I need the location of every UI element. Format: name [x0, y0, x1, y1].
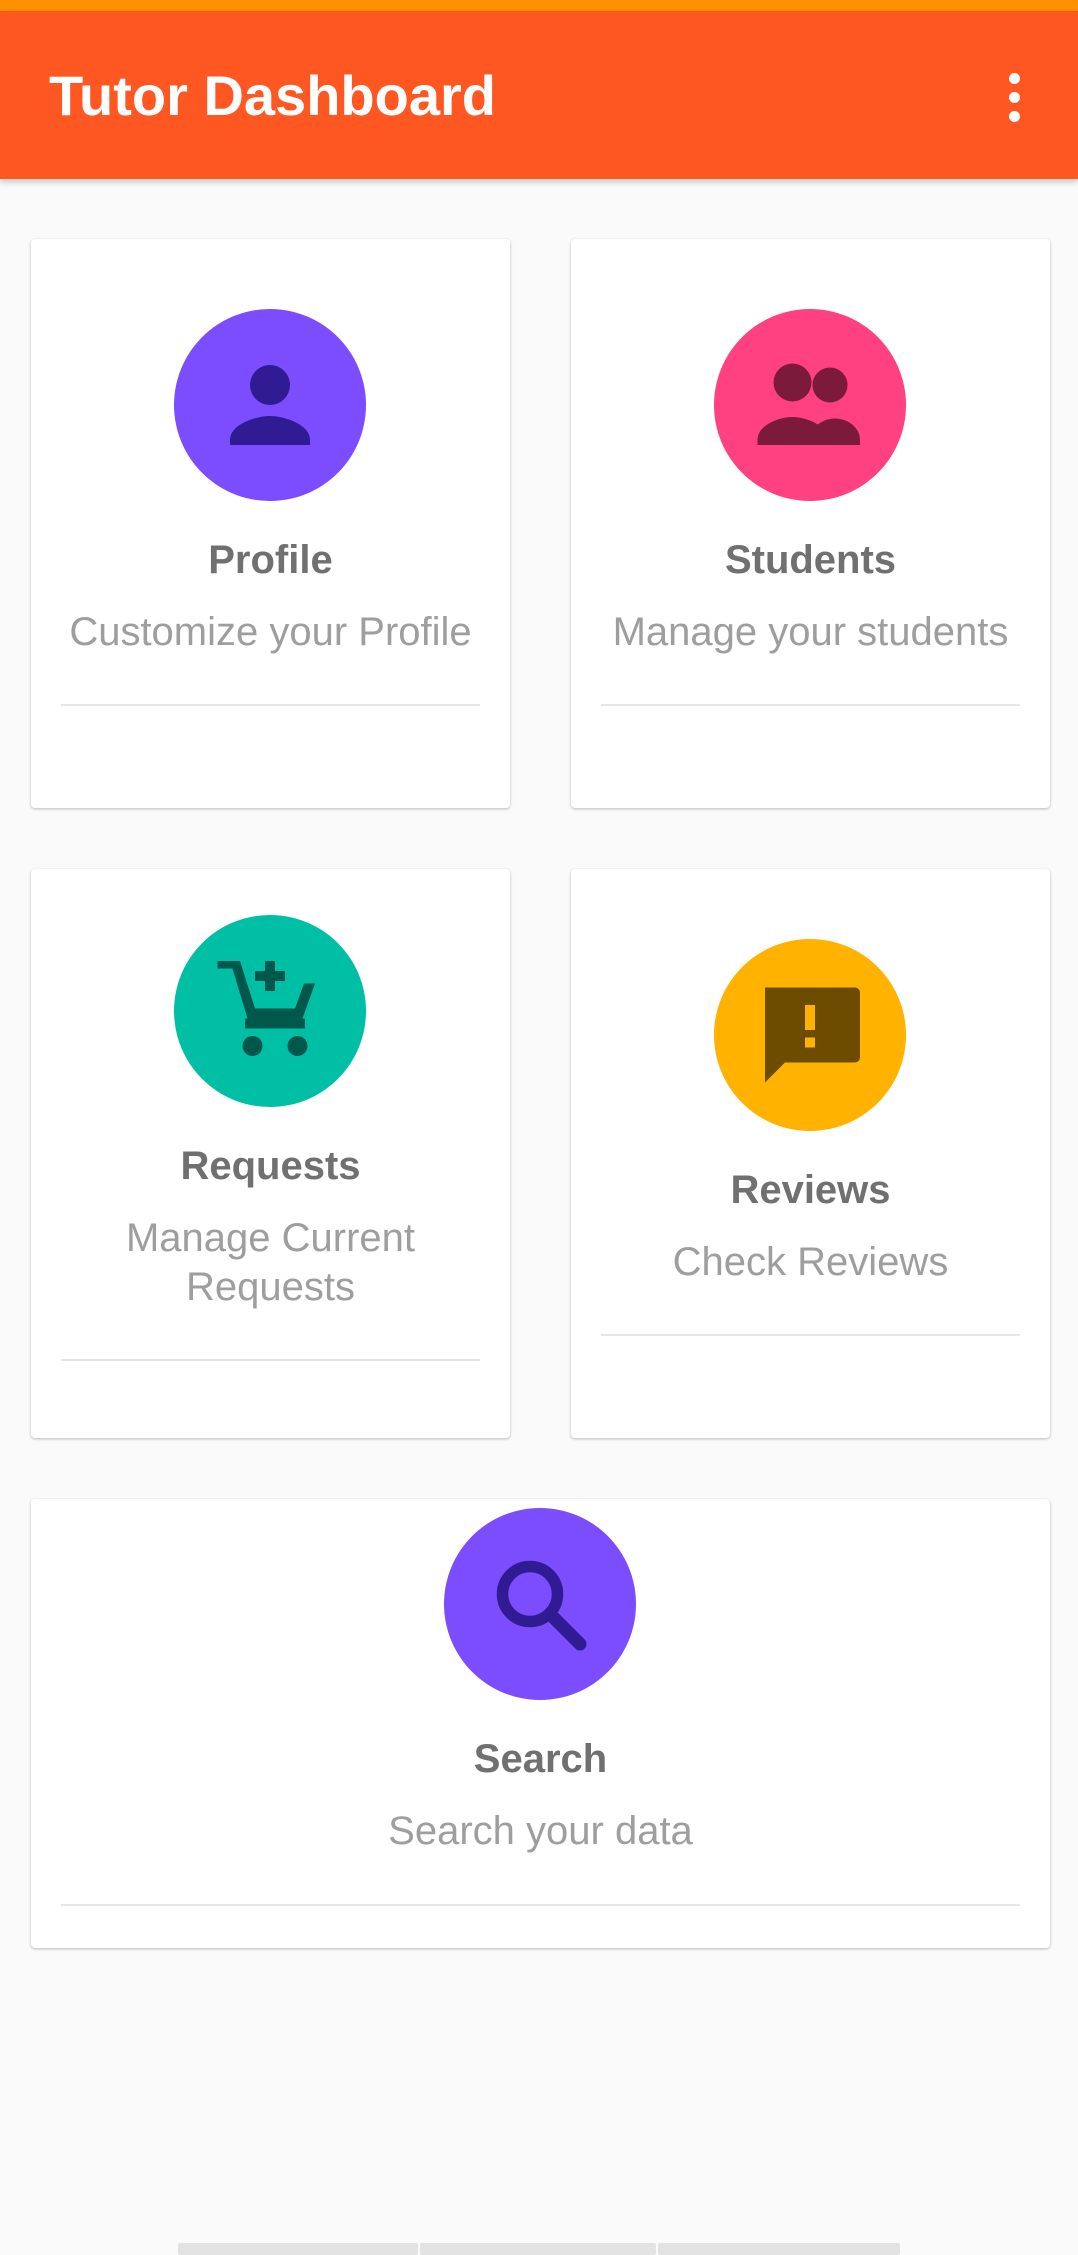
requests-subtitle-line2: Requests [186, 1265, 355, 1309]
status-bar-strip [0, 0, 1078, 11]
people-icon [757, 363, 860, 445]
students-subtitle: Manage your students [612, 610, 1009, 654]
reviews-title: Reviews [730, 1168, 891, 1212]
app-title: Tutor Dashboard [49, 64, 496, 127]
feedback-icon [765, 987, 860, 1083]
requests-divider [61, 1359, 480, 1361]
reviews-subtitle: Check Reviews [672, 1240, 949, 1284]
students-title: Students [724, 538, 897, 582]
search-divider [61, 1904, 1020, 1906]
search-title: Search [473, 1737, 608, 1781]
students-card[interactable]: Students Manage your students [571, 239, 1050, 808]
profile-card[interactable]: Profile Customize your Profile [31, 239, 510, 808]
profile-divider [61, 704, 480, 706]
requests-title: Requests [180, 1144, 361, 1188]
search-icon-circle [444, 1508, 636, 1700]
requests-subtitle-line1: Manage Current [125, 1216, 416, 1260]
person-icon [230, 365, 310, 445]
students-divider [601, 704, 1020, 706]
students-icon-circle [714, 309, 906, 501]
profile-subtitle: Customize your Profile [69, 610, 472, 654]
nav-handle-right [658, 2243, 900, 2255]
add-shopping-cart-icon [217, 961, 315, 1056]
requests-icon-circle [174, 915, 366, 1107]
reviews-icon-circle [714, 939, 906, 1131]
search-subtitle: Search your data [388, 1809, 693, 1853]
reviews-card[interactable]: Reviews Check Reviews [571, 869, 1050, 1438]
more-vert-icon[interactable] [990, 65, 1038, 129]
search-icon [496, 1560, 587, 1651]
profile-icon-circle [174, 309, 366, 501]
app-bar: Tutor Dashboard [0, 11, 1078, 179]
nav-handle-center [420, 2243, 656, 2255]
profile-title: Profile [208, 538, 333, 582]
nav-handle-left [178, 2243, 418, 2255]
requests-card[interactable]: Requests Manage Current Requests [31, 869, 510, 1438]
reviews-divider [601, 1334, 1020, 1336]
search-card[interactable]: Search Search your data [31, 1499, 1050, 1948]
